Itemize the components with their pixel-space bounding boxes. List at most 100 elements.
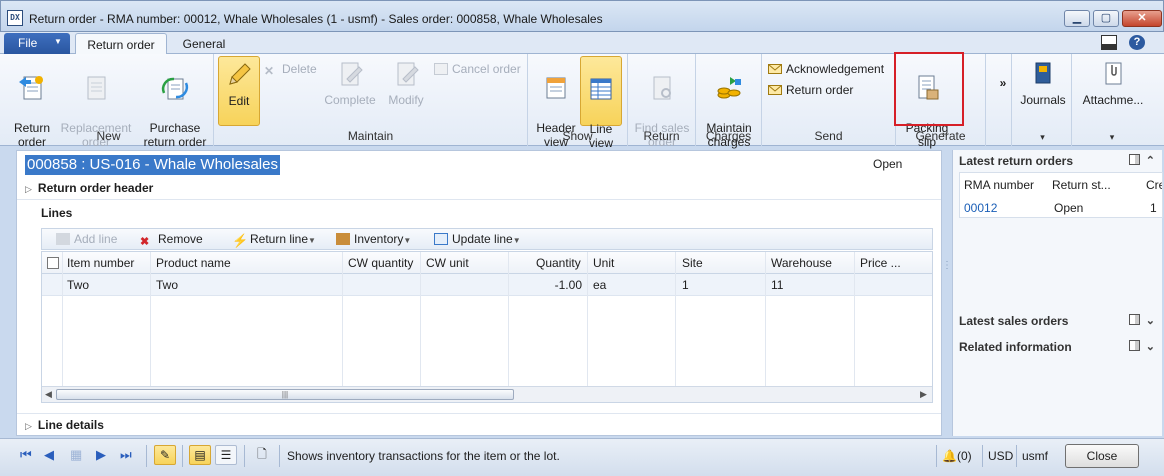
factbox-latest-sales-orders-header[interactable]: Latest sales orders ⌄ — [959, 314, 1157, 332]
grid-header: Item number Product name CW quantity CW … — [42, 252, 932, 274]
minimize-button[interactable]: ▁ — [1064, 10, 1090, 27]
add-line-icon — [56, 233, 70, 245]
factbox-pane: Latest return orders ⌃ RMA number Return… — [952, 150, 1163, 436]
lines-toolbar: Add line ✖ Remove ⚡ Return line▼ Inventory… — [41, 228, 933, 250]
return-order-icon — [19, 76, 43, 100]
fasttab-return-order-header[interactable]: ▷ Return order header — [25, 181, 153, 195]
send-return-order-button[interactable]: Return order — [768, 82, 853, 98]
factbox-latest-return-orders-header[interactable]: Latest return orders ⌃ — [959, 154, 1157, 172]
replacement-order-icon — [87, 76, 106, 100]
update-line-menu[interactable]: Update line▼ — [434, 232, 521, 246]
column-header-warehouse[interactable]: Warehouse — [771, 256, 832, 270]
ribbon-more-button[interactable]: » — [994, 76, 1012, 146]
column-header-cw-unit[interactable]: CW unit — [426, 256, 469, 270]
attachments-button[interactable]: Attachme... — [1076, 56, 1150, 126]
column-header-price[interactable]: Price ... — [860, 256, 901, 270]
grid-view-icon[interactable]: ▦ — [70, 447, 82, 463]
factbox-options-icon[interactable] — [1128, 314, 1140, 325]
bell-icon: 🔔 — [942, 449, 957, 463]
notifications-indicator[interactable]: 🔔(0) — [942, 449, 972, 463]
column-header-site[interactable]: Site — [682, 256, 703, 270]
add-line-button[interactable]: Add line — [56, 232, 117, 246]
help-icon[interactable]: ? — [1129, 35, 1145, 50]
chevron-down-icon[interactable]: ⌄ — [1146, 315, 1155, 327]
factbox-options-icon[interactable] — [1128, 340, 1140, 351]
fasttab-lines[interactable]: Lines — [41, 206, 72, 220]
column-header-unit[interactable]: Unit — [593, 256, 614, 270]
currency-indicator[interactable]: USD — [988, 449, 1013, 463]
edit-button[interactable]: Edit — [218, 56, 260, 126]
factbox-options-icon[interactable] — [1128, 154, 1140, 165]
cancel-order-button[interactable]: Cancel order — [434, 61, 521, 77]
purchase-return-order-button[interactable]: Purchase return order — [140, 56, 210, 149]
column-header-cw-quantity[interactable]: CW quantity — [348, 256, 413, 270]
column-header-item-number[interactable]: Item number — [67, 256, 134, 270]
fasttab-line-details[interactable]: ▷ Line details — [25, 418, 104, 432]
maintain-charges-button[interactable]: Maintain charges — [700, 56, 758, 149]
modify-label: Modify — [388, 93, 424, 107]
tab-return-order[interactable]: Return order — [75, 33, 167, 55]
table-row[interactable]: Two Two -1.00 ea 1 11 — [42, 274, 932, 296]
cell-item-number[interactable]: Two — [67, 278, 89, 292]
header-view-icon — [546, 77, 566, 99]
column-header-quantity[interactable]: Quantity — [536, 256, 581, 270]
close-window-button[interactable]: ✕ — [1122, 10, 1162, 27]
column-divider — [854, 252, 855, 386]
header-view-button[interactable]: Header view — [534, 56, 578, 149]
scrollbar-thumb[interactable]: ||| — [56, 389, 514, 400]
first-record-icon[interactable]: ⏮ — [20, 447, 32, 463]
group-label-charges: Charges — [705, 129, 752, 143]
file-menu-tab[interactable]: File ▼ — [4, 33, 70, 54]
close-button[interactable]: Close — [1065, 444, 1139, 468]
factbox-related-information-header[interactable]: Related information ⌄ — [959, 340, 1157, 358]
return-line-menu[interactable]: ⚡ Return line▼ — [232, 232, 316, 247]
cell-quantity[interactable]: -1.00 — [550, 278, 582, 292]
envelope-icon — [768, 85, 782, 95]
column-divider — [675, 252, 676, 386]
cell-product-name[interactable]: Two — [156, 278, 178, 292]
scroll-left-arrow-icon[interactable]: ◀ — [45, 389, 52, 400]
record-title[interactable]: 000858 : US-016 - Whale Wholesales — [25, 155, 280, 175]
pane-splitter[interactable]: ⋮ — [942, 150, 952, 436]
journals-button[interactable]: Journals — [1016, 56, 1070, 126]
company-indicator[interactable]: usmf — [1022, 449, 1048, 463]
complete-icon — [341, 62, 363, 86]
tab-general[interactable]: General — [170, 33, 238, 55]
previous-record-icon[interactable]: ◀ — [44, 447, 54, 463]
return-order-button[interactable]: Return order — [8, 56, 56, 149]
cell-unit[interactable]: ea — [593, 278, 606, 292]
factbox-rma-link[interactable]: 00012 — [964, 201, 997, 215]
line-view-button[interactable]: Line view — [580, 56, 622, 150]
cell-site[interactable]: 1 — [682, 278, 689, 292]
next-record-icon[interactable]: ▶ — [96, 447, 106, 463]
layout-toggle-icon[interactable] — [1101, 35, 1117, 50]
acknowledgement-button[interactable]: Acknowledgement — [768, 61, 884, 77]
select-all-checkbox[interactable] — [47, 257, 59, 269]
inventory-menu[interactable]: Inventory▼ — [336, 232, 411, 246]
scroll-right-arrow-icon[interactable]: ▶ — [920, 389, 927, 400]
fasttab-header-label: Return order header — [37, 181, 154, 195]
column-header-product-name[interactable]: Product name — [156, 256, 231, 270]
edit-mode-pencil-icon[interactable]: ✎ — [154, 445, 176, 465]
line-view-icon — [590, 78, 612, 100]
last-record-icon[interactable]: ⏭ — [120, 447, 132, 463]
cell-warehouse[interactable]: 11 — [771, 278, 783, 292]
complete-button[interactable]: Complete — [320, 56, 380, 126]
modify-button[interactable]: Modify — [382, 56, 430, 126]
attachments-expand-icon[interactable]: ▾ — [1072, 132, 1152, 143]
horizontal-scrollbar[interactable]: ◀ ||| ▶ — [42, 386, 932, 402]
delete-button[interactable]: ✕ Delete — [264, 61, 317, 78]
chevron-down-icon[interactable]: ⌄ — [1146, 341, 1155, 353]
grid-view-toggle-icon[interactable]: ☰ — [215, 445, 237, 465]
journals-expand-icon[interactable]: ▾ — [1014, 132, 1071, 143]
document-handling-icon[interactable]: 🗋 — [251, 445, 273, 465]
details-view-icon[interactable]: ▤ — [189, 445, 211, 465]
maximize-button[interactable]: ▢ — [1093, 10, 1119, 27]
chevron-up-icon[interactable]: ⌃ — [1146, 155, 1155, 167]
remove-button[interactable]: ✖ Remove — [140, 232, 203, 248]
replacement-order-button[interactable]: Replacement order — [58, 56, 134, 149]
find-sales-order-button[interactable]: Find sales order — [632, 56, 692, 149]
factbox-column-rma: RMA number — [964, 178, 1035, 192]
purchase-return-order-icon — [161, 77, 189, 100]
divider — [17, 413, 941, 414]
